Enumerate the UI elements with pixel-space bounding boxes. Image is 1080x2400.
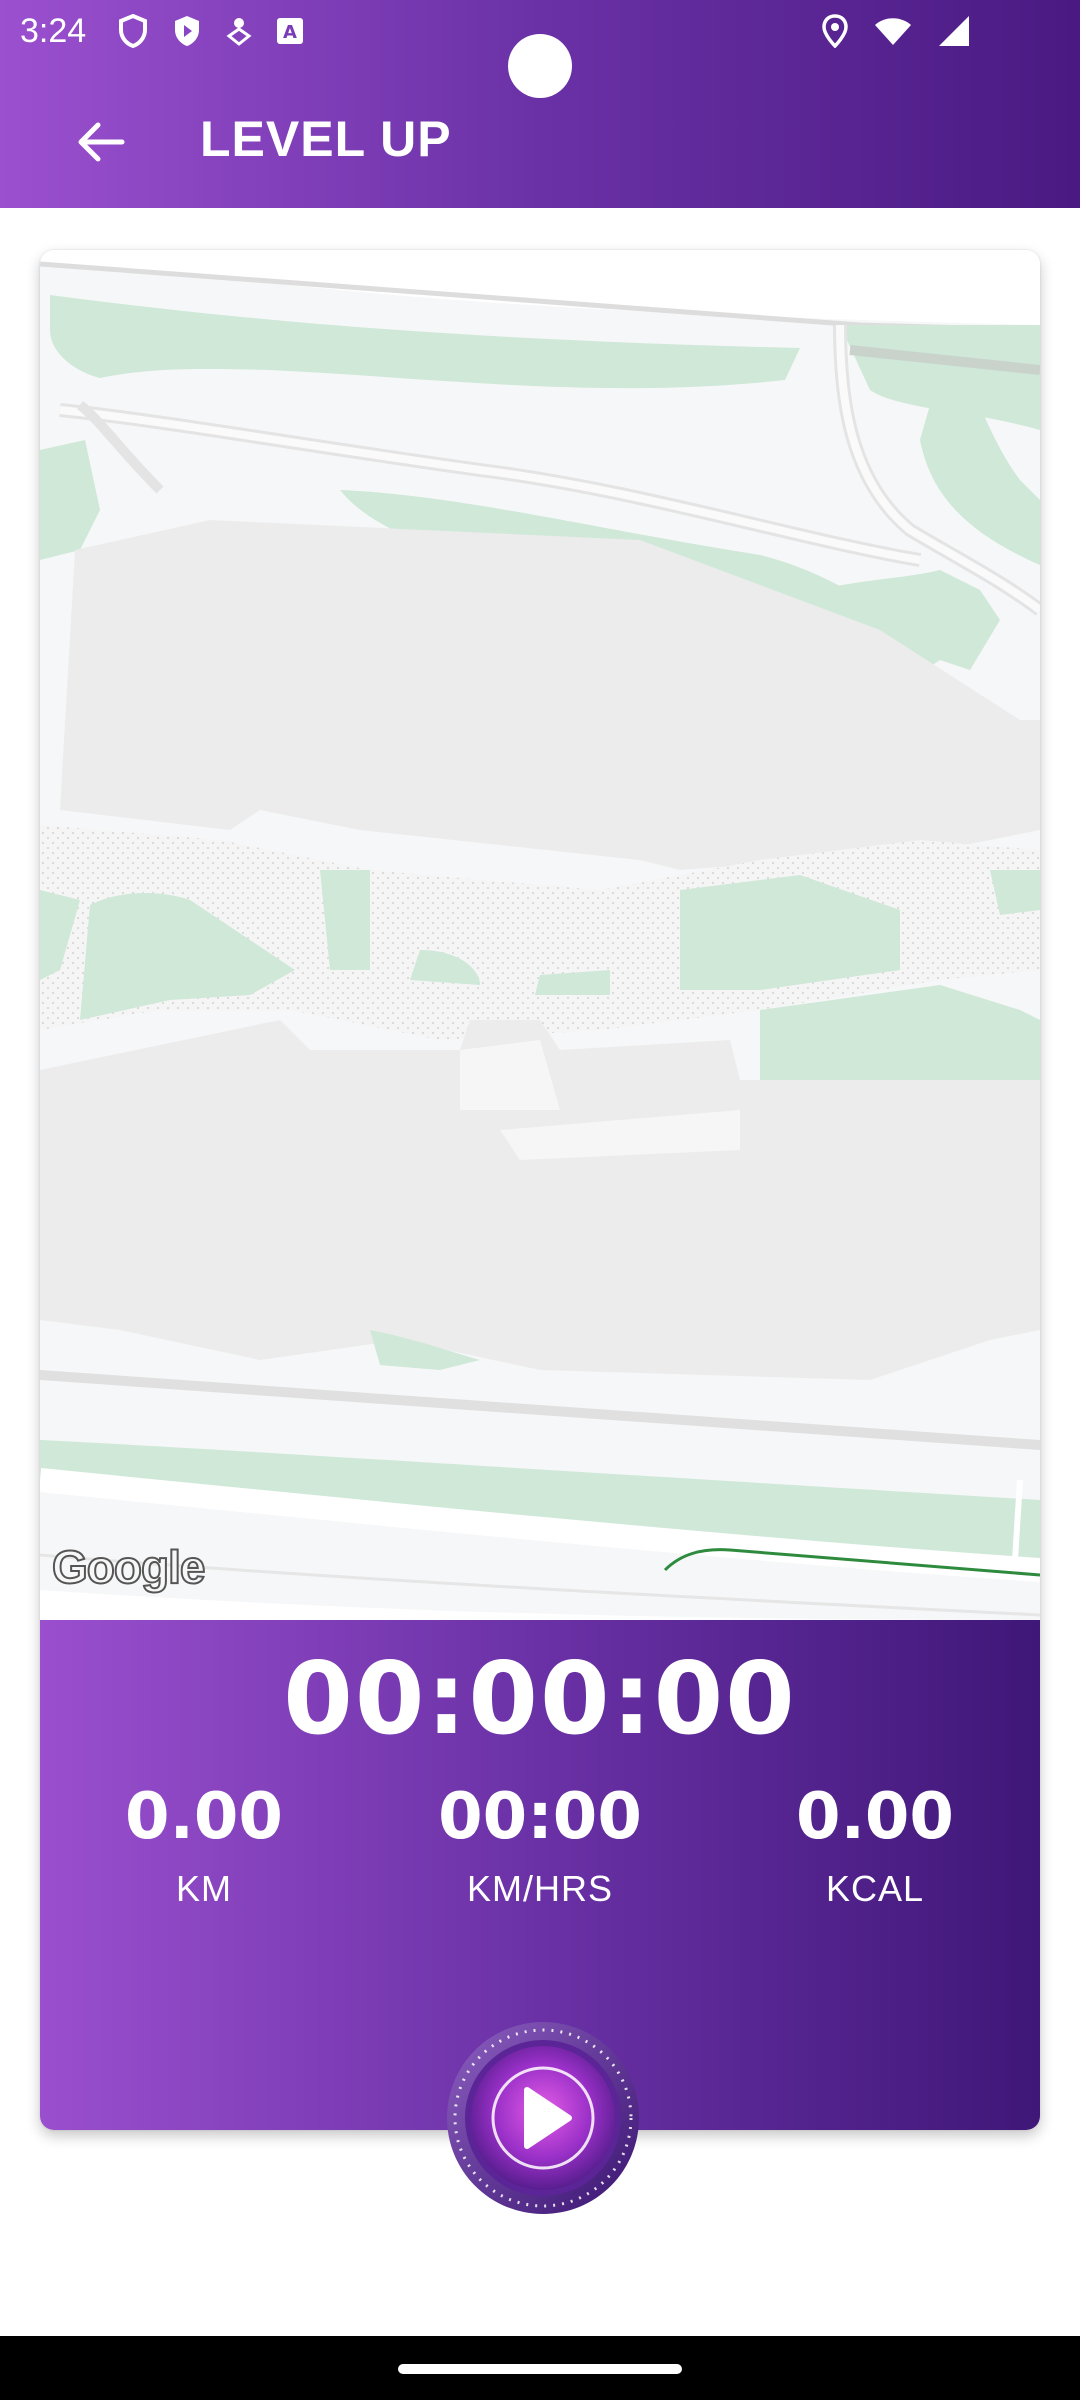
distance-label: KM [176, 1868, 232, 1909]
shield-play-icon [175, 16, 199, 46]
map-view[interactable] [40, 250, 1040, 1620]
signal-icon [939, 16, 969, 46]
distance-stat: 0.00 KM [74, 1780, 334, 1910]
status-right-icons [822, 14, 970, 48]
speed-value: 00:00 [438, 1780, 642, 1854]
workout-card: Google 00:00:00 0.00 KM 00:00 KM/HRS 0.0… [40, 250, 1040, 2130]
person-pin-icon [226, 18, 252, 46]
text-a-icon: A [277, 18, 303, 44]
wifi-icon [875, 18, 911, 45]
svg-text:A: A [283, 22, 297, 43]
play-button[interactable] [445, 2020, 641, 2216]
arrow-back-icon[interactable] [70, 112, 130, 172]
calories-stat: 0.00 KCAL [745, 1780, 1005, 1910]
page-title: LEVEL UP [200, 111, 452, 167]
distance-value: 0.00 [125, 1780, 283, 1854]
speed-stat: 00:00 KM/HRS [410, 1780, 670, 1910]
calories-label: KCAL [825, 1868, 925, 1909]
camera-cutout [508, 34, 572, 98]
home-handle[interactable] [398, 2364, 682, 2374]
system-nav-bar [0, 2336, 1080, 2400]
speed-label: KM/HRS [466, 1868, 613, 1909]
location-icon [822, 14, 848, 48]
app-bar: 3:24 A LEVEL UP [0, 0, 1080, 208]
calories-value: 0.00 [796, 1780, 954, 1854]
elapsed-timer: 00:00:00 [283, 1640, 797, 1757]
map-attribution: Google [51, 1540, 206, 1594]
status-left-icons: A [118, 14, 304, 48]
status-time: 3:24 [20, 12, 87, 50]
shield-outline-icon [119, 14, 147, 48]
